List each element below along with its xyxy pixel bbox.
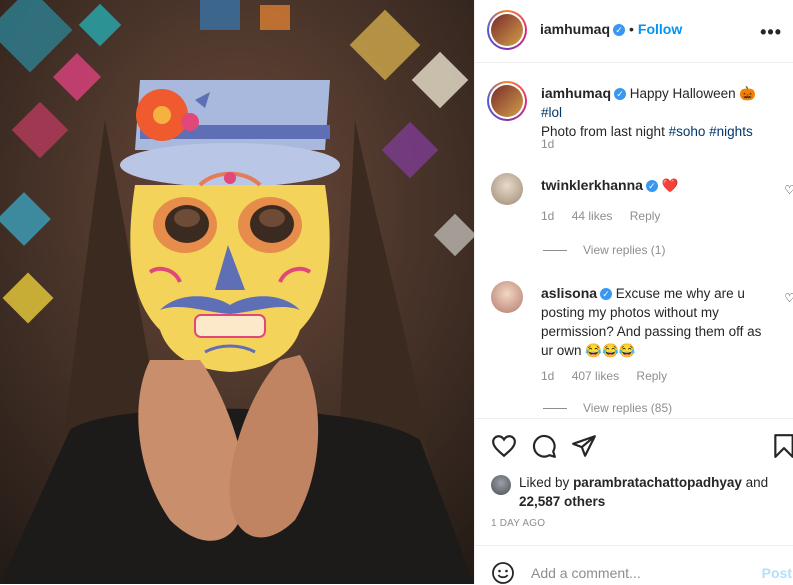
comment-reply-button[interactable]: Reply [630, 209, 661, 223]
post-actions: Liked by parambratachattopadhyay and 22,… [475, 418, 793, 549]
caption-meta: 1d [541, 137, 568, 151]
heart-icon[interactable] [491, 433, 517, 459]
liker-avatar[interactable] [491, 475, 511, 495]
header-username[interactable]: iamhumaq [540, 21, 610, 37]
liked-by-and: and [745, 475, 769, 490]
post-side-panel: iamhumaq ✓ • Follow ••• iamhumaq ✓ Happy Hal… [474, 0, 793, 584]
comment-text: aslisona ✓ Excuse me why are u posting my… [541, 284, 771, 360]
comment-username[interactable]: twinklerkhanna [541, 177, 643, 193]
avatar [491, 85, 523, 117]
comment-meta: 1d 44 likes Reply [541, 209, 674, 223]
liker-username[interactable]: parambratachattopadhyay [573, 475, 742, 490]
hashtag-soho[interactable]: #soho [669, 124, 706, 139]
like-comment-heart-icon[interactable]: ♡ [784, 183, 793, 197]
divider [543, 250, 567, 252]
caption-avatar-ring[interactable] [487, 81, 527, 121]
comment-age[interactable]: 1d [541, 209, 554, 223]
caption-username[interactable]: iamhumaq [541, 85, 611, 101]
comment-input[interactable]: Add a comment... [531, 565, 641, 581]
comment-likes[interactable]: 44 likes [572, 209, 613, 223]
header-avatar-ring[interactable] [487, 10, 527, 50]
comment-username[interactable]: aslisona [541, 285, 597, 301]
caption-age[interactable]: 1d [541, 137, 554, 151]
separator-dot: • [629, 21, 634, 37]
comment-meta: 1d 407 likes Reply [541, 369, 681, 383]
sugar-skull-mask-photo [0, 0, 474, 584]
bookmark-icon[interactable] [771, 433, 793, 459]
add-comment-bar: Add a comment... Post [475, 545, 793, 585]
verified-badge-icon: ✓ [645, 180, 658, 193]
liked-by-prefix: Liked by [519, 475, 570, 490]
pumpkin-emoji-icon: 🎃 [739, 86, 757, 101]
more-options-icon[interactable]: ••• [760, 22, 782, 43]
others-likes[interactable]: 22,587 others [519, 494, 605, 509]
caption-text: iamhumaq ✓ Happy Halloween 🎃 #lol Photo f… [541, 84, 771, 141]
follow-button[interactable]: Follow [638, 21, 682, 37]
hashtag-lol[interactable]: #lol [541, 105, 562, 120]
instagram-post-modal: iamhumaq ✓ • Follow ••• iamhumaq ✓ Happy Hal… [0, 0, 793, 584]
liked-by: Liked by parambratachattopadhyay and 22,… [491, 473, 781, 511]
view-replies-label: View replies (1) [583, 243, 666, 257]
view-replies-label: View replies (85) [583, 401, 673, 415]
comment-reply-button[interactable]: Reply [636, 369, 667, 383]
header-user: iamhumaq ✓ • Follow [540, 21, 682, 39]
verified-badge-icon: ✓ [613, 23, 626, 36]
paper-plane-icon[interactable] [571, 433, 597, 459]
like-comment-heart-icon[interactable]: ♡ [784, 291, 793, 305]
verified-badge-icon: ✓ [614, 88, 627, 101]
comment-text: twinklerkhanna ✓ ❤️ [541, 176, 771, 195]
comment-body: ❤️ [661, 178, 679, 193]
caption-text-1: Happy Halloween [629, 86, 736, 101]
post-header: iamhumaq ✓ • Follow ••• [475, 0, 793, 63]
view-replies-button[interactable]: View replies (85) [543, 401, 672, 415]
commenter-avatar[interactable] [491, 281, 523, 313]
comment-likes[interactable]: 407 likes [572, 369, 619, 383]
view-replies-button[interactable]: View replies (1) [543, 243, 665, 257]
divider [543, 408, 567, 410]
smiley-icon[interactable] [491, 561, 515, 585]
post-comment-button[interactable]: Post [762, 565, 792, 581]
avatar [491, 14, 523, 46]
post-photo[interactable] [0, 0, 474, 584]
comments-list[interactable]: iamhumaq ✓ Happy Halloween 🎃 #lol Photo f… [475, 63, 793, 418]
hashtag-nights[interactable]: #nights [709, 124, 753, 139]
post-timestamp[interactable]: 1 DAY AGO [491, 518, 545, 529]
comment-age[interactable]: 1d [541, 369, 554, 383]
commenter-avatar[interactable] [491, 173, 523, 205]
verified-badge-icon: ✓ [600, 288, 613, 301]
comment-icon[interactable] [531, 433, 557, 459]
